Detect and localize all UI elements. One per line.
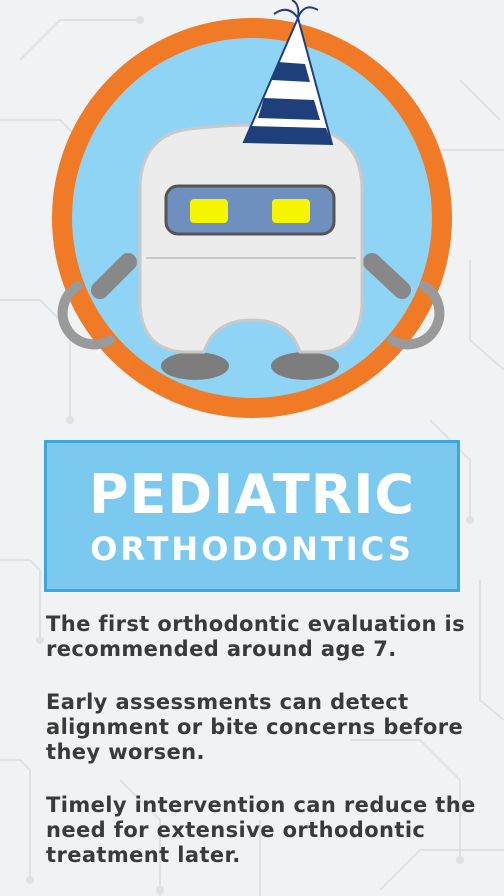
body-text: The first orthodontic evaluation is reco… — [46, 612, 486, 896]
banner-subtitle: ORTHODONTICS — [90, 530, 414, 568]
paragraph-3: Timely intervention can reduce the need … — [46, 793, 476, 867]
paragraph-2: Early assessments can detect alignment o… — [46, 690, 464, 764]
right-eye-icon — [272, 199, 310, 223]
paragraph-1: The first orthodontic evaluation is reco… — [46, 612, 466, 661]
tooth-body — [138, 123, 364, 354]
left-eye-icon — [190, 199, 228, 223]
title-banner: PEDIATRIC ORTHODONTICS — [44, 440, 460, 592]
tooth-robot-illustration — [52, 0, 452, 418]
banner-title: PEDIATRIC — [88, 463, 416, 526]
